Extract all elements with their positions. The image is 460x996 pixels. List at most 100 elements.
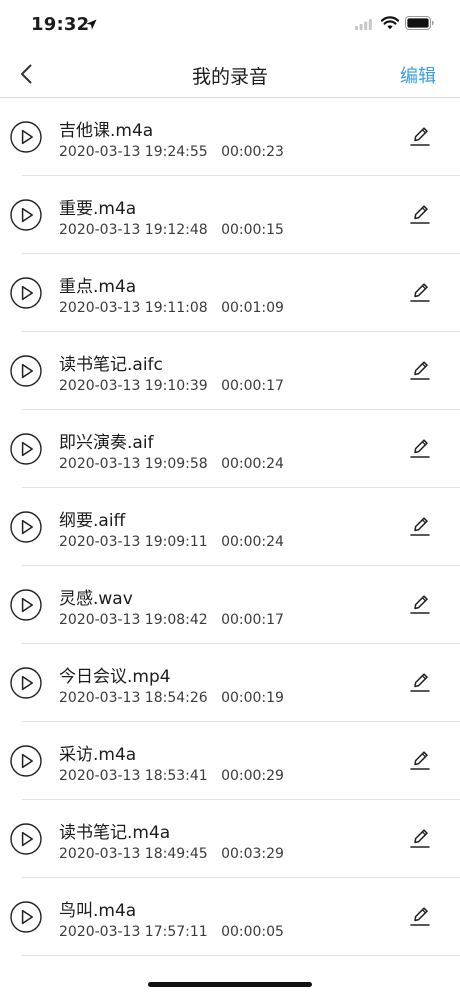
recording-date: 2020-03-13 18:53:41 xyxy=(59,768,208,784)
recording-name: 读书笔记.aifc xyxy=(59,355,163,375)
recording-row[interactable]: 采访.m4a 2020-03-13 18:53:41 00:00:29 xyxy=(0,722,460,800)
play-circle-icon[interactable] xyxy=(10,667,42,699)
recording-meta: 2020-03-13 19:08:42 00:00:17 xyxy=(59,612,284,628)
recording-date: 2020-03-13 19:09:58 xyxy=(59,456,208,472)
recording-duration: 00:00:24 xyxy=(221,456,284,472)
meta-spacer xyxy=(208,846,221,862)
meta-spacer xyxy=(208,378,221,394)
status-time: 19:32 xyxy=(31,14,90,35)
recording-duration: 00:00:29 xyxy=(221,768,284,784)
play-circle-icon[interactable] xyxy=(10,745,42,777)
recording-name: 读书笔记.m4a xyxy=(59,823,171,843)
recording-row[interactable]: 吉他课.m4a 2020-03-13 19:24:55 00:00:23 xyxy=(0,98,460,176)
recording-name: 重点.m4a xyxy=(59,277,137,297)
pencil-icon[interactable] xyxy=(408,358,432,382)
recording-duration: 00:00:15 xyxy=(221,222,284,238)
recording-name: 重要.m4a xyxy=(59,199,137,219)
recording-name: 鸟叫.m4a xyxy=(59,901,137,921)
pencil-icon[interactable] xyxy=(408,124,432,148)
cellular-signal-icon xyxy=(355,19,372,30)
recording-name: 纲要.aiff xyxy=(59,511,126,531)
recording-meta: 2020-03-13 18:53:41 00:00:29 xyxy=(59,768,284,784)
meta-spacer xyxy=(208,612,221,628)
pencil-icon[interactable] xyxy=(408,904,432,928)
location-arrow-icon xyxy=(86,19,97,30)
recording-row[interactable]: 鸟叫.m4a 2020-03-13 17:57:11 00:00:05 xyxy=(0,878,460,956)
meta-spacer xyxy=(208,456,221,472)
pencil-icon[interactable] xyxy=(408,748,432,772)
recording-date: 2020-03-13 19:11:08 xyxy=(59,300,208,316)
recording-meta: 2020-03-13 19:12:48 00:00:15 xyxy=(59,222,284,238)
meta-spacer xyxy=(208,534,221,550)
recording-date: 2020-03-13 19:12:48 xyxy=(59,222,208,238)
meta-spacer xyxy=(208,300,221,316)
recording-duration: 00:03:29 xyxy=(221,846,284,862)
battery-icon xyxy=(405,16,434,30)
pencil-icon[interactable] xyxy=(408,592,432,616)
status-bar: 19:32 xyxy=(0,0,460,50)
row-divider xyxy=(22,955,460,956)
play-circle-icon[interactable] xyxy=(10,277,42,309)
recording-meta: 2020-03-13 18:54:26 00:00:19 xyxy=(59,690,284,706)
recording-duration: 00:00:24 xyxy=(221,534,284,550)
play-circle-icon[interactable] xyxy=(10,589,42,621)
recording-row[interactable]: 灵感.wav 2020-03-13 19:08:42 00:00:17 xyxy=(0,566,460,644)
meta-spacer xyxy=(208,768,221,784)
pencil-icon[interactable] xyxy=(408,280,432,304)
edit-button[interactable]: 编辑 xyxy=(400,62,436,88)
recording-date: 2020-03-13 19:08:42 xyxy=(59,612,208,628)
recording-date: 2020-03-13 17:57:11 xyxy=(59,924,208,940)
recording-meta: 2020-03-13 19:09:11 00:00:24 xyxy=(59,534,284,550)
recording-row[interactable]: 纲要.aiff 2020-03-13 19:09:11 00:00:24 xyxy=(0,488,460,566)
recording-duration: 00:00:17 xyxy=(221,378,284,394)
home-indicator xyxy=(148,982,312,987)
recording-date: 2020-03-13 19:10:39 xyxy=(59,378,208,394)
recording-date: 2020-03-13 18:49:45 xyxy=(59,846,208,862)
pencil-icon[interactable] xyxy=(408,514,432,538)
recording-name: 即兴演奏.aif xyxy=(59,433,154,453)
recording-meta: 2020-03-13 19:24:55 00:00:23 xyxy=(59,144,284,160)
meta-spacer xyxy=(208,690,221,706)
recording-list: 吉他课.m4a 2020-03-13 19:24:55 00:00:23 重要.m4… xyxy=(0,98,460,956)
recording-row[interactable]: 重点.m4a 2020-03-13 19:11:08 00:01:09 xyxy=(0,254,460,332)
meta-spacer xyxy=(208,144,221,160)
pencil-icon[interactable] xyxy=(408,202,432,226)
recording-row[interactable]: 重要.m4a 2020-03-13 19:12:48 00:00:15 xyxy=(0,176,460,254)
meta-spacer xyxy=(208,924,221,940)
recording-meta: 2020-03-13 19:11:08 00:01:09 xyxy=(59,300,284,316)
recording-meta: 2020-03-13 18:49:45 00:03:29 xyxy=(59,846,284,862)
play-circle-icon[interactable] xyxy=(10,511,42,543)
recording-duration: 00:00:23 xyxy=(221,144,284,160)
recording-name: 灵感.wav xyxy=(59,589,133,609)
play-circle-icon[interactable] xyxy=(10,121,42,153)
recording-duration: 00:00:17 xyxy=(221,612,284,628)
navigation-bar: 我的录音 编辑 xyxy=(0,50,460,98)
recording-name: 吉他课.m4a xyxy=(59,121,154,141)
page-title: 我的录音 xyxy=(191,66,268,88)
recording-name: 采访.m4a xyxy=(59,745,137,765)
recording-row[interactable]: 今日会议.mp4 2020-03-13 18:54:26 00:00:19 xyxy=(0,644,460,722)
recording-date: 2020-03-13 19:24:55 xyxy=(59,144,208,160)
play-circle-icon[interactable] xyxy=(10,433,42,465)
recording-meta: 2020-03-13 17:57:11 00:00:05 xyxy=(59,924,284,940)
recording-meta: 2020-03-13 19:09:58 00:00:24 xyxy=(59,456,284,472)
recording-meta: 2020-03-13 19:10:39 00:00:17 xyxy=(59,378,284,394)
play-circle-icon[interactable] xyxy=(10,901,42,933)
meta-spacer xyxy=(208,222,221,238)
recording-date: 2020-03-13 18:54:26 xyxy=(59,690,208,706)
play-circle-icon[interactable] xyxy=(10,355,42,387)
recording-duration: 00:01:09 xyxy=(221,300,284,316)
recording-row[interactable]: 读书笔记.aifc 2020-03-13 19:10:39 00:00:17 xyxy=(0,332,460,410)
play-circle-icon[interactable] xyxy=(10,823,42,855)
recording-name: 今日会议.mp4 xyxy=(59,667,171,687)
pencil-icon[interactable] xyxy=(408,670,432,694)
recording-duration: 00:00:19 xyxy=(221,690,284,706)
wifi-icon xyxy=(381,16,399,30)
pencil-icon[interactable] xyxy=(408,436,432,460)
play-circle-icon[interactable] xyxy=(10,199,42,231)
recording-row[interactable]: 读书笔记.m4a 2020-03-13 18:49:45 00:03:29 xyxy=(0,800,460,878)
pencil-icon[interactable] xyxy=(408,826,432,850)
recording-date: 2020-03-13 19:09:11 xyxy=(59,534,208,550)
recording-duration: 00:00:05 xyxy=(221,924,284,940)
recording-row[interactable]: 即兴演奏.aif 2020-03-13 19:09:58 00:00:24 xyxy=(0,410,460,488)
